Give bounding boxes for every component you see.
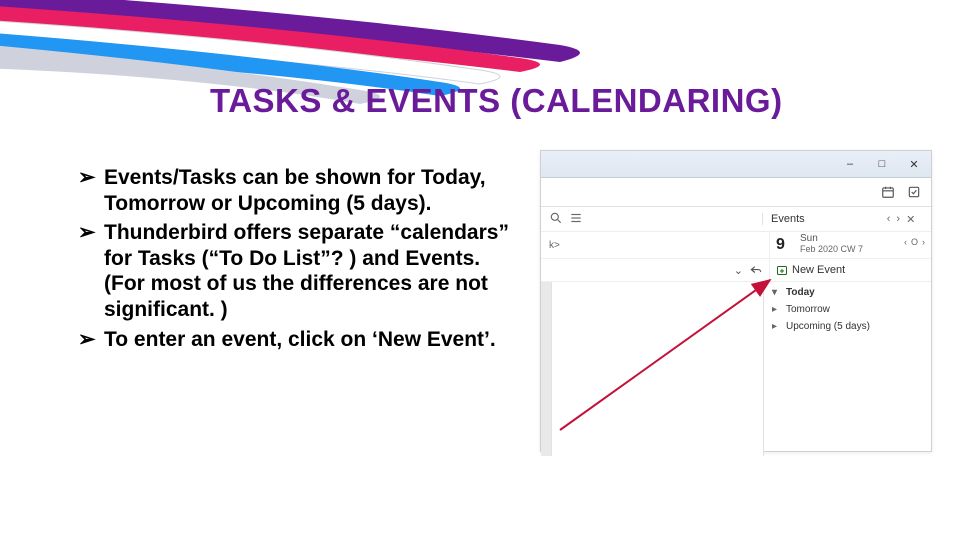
bullet-marker: ➢ [78,327,96,353]
row-3: k> 9 Sun Feb 2020 CW 7 ‹ O › [541,232,931,259]
day-prev-button[interactable]: ‹ [904,237,907,247]
bullet-item: ➢ Thunderbird offers separate “calendars… [78,220,513,322]
next-button[interactable]: › [896,213,900,225]
top-toolbar [541,178,931,207]
message-area [541,282,764,456]
prev-button[interactable]: ‹ [887,213,891,225]
bullet-marker: ➢ [78,165,96,191]
slide-title: TASKS & EVENTS (CALENDARING) [210,82,940,120]
section-upcoming[interactable]: ▸ Upcoming (5 days) [770,318,925,335]
day-next-button[interactable]: › [922,237,925,247]
tasks-icon[interactable] [905,183,923,201]
bullet-marker: ➢ [78,220,96,246]
toolbar-row-2: Events ‹ › ✕ [541,207,931,232]
new-event-label: New Event [792,264,845,276]
day-today-button[interactable]: O [911,237,918,247]
bullet-list: ➢ Events/Tasks can be shown for Today, T… [78,165,513,356]
minimize-button[interactable]: – [839,158,861,170]
message-list-header: k> [541,232,769,258]
bullet-text: Events/Tasks can be shown for Today, Tom… [104,166,486,215]
section-tomorrow[interactable]: ▸ Tomorrow [770,301,925,318]
section-today[interactable]: ▾ Today [770,284,925,301]
calendar-icon[interactable] [879,183,897,201]
reply-icon[interactable] [749,262,763,279]
events-tab[interactable]: Events [762,213,871,225]
section-label: Today [786,287,815,298]
message-list-subheader: ⌄ [541,259,769,281]
close-pane-button[interactable]: ✕ [906,213,915,226]
expand-icon: ▾ [772,287,780,298]
bullet-item: ➢ Events/Tasks can be shown for Today, T… [78,165,513,216]
bullet-item: ➢ To enter an event, click on ‘New Event… [78,327,513,353]
section-label: Tomorrow [786,304,830,315]
maximize-button[interactable]: □ [871,158,893,170]
window-close-button[interactable]: ✕ [903,158,925,171]
thunderbird-panel: – □ ✕ Events ‹ › ✕ k> [540,150,932,452]
row-4: ⌄ New Event [541,259,931,282]
section-label: Upcoming (5 days) [786,321,870,332]
bullet-text: To enter an event, click on ‘New Event’. [104,328,496,351]
day-name: Sun [800,233,818,244]
window-titlebar: – □ ✕ [541,151,931,178]
search-icon[interactable] [549,211,563,228]
inbox-snippet: k> [549,240,560,251]
events-tab-label: Events [771,213,805,225]
expand-icon: ▸ [772,321,780,332]
expand-icon: ▸ [772,304,780,315]
chevron-down-icon[interactable]: ⌄ [734,264,743,277]
panel-body: ▾ Today ▸ Tomorrow ▸ Upcoming (5 days) [541,282,931,456]
new-event-row[interactable]: New Event [769,259,931,281]
message-area-inner [551,282,763,456]
events-nav: ‹ › ✕ [871,213,931,226]
menu-icon[interactable] [569,211,583,228]
bullet-text: Thunderbird offers separate “calendars” … [104,221,509,321]
new-event-icon [776,264,788,276]
date-header: 9 Sun Feb 2020 CW 7 ‹ O › [769,232,931,258]
search-area [541,211,762,228]
agenda-sections: ▾ Today ▸ Tomorrow ▸ Upcoming (5 days) [764,282,931,456]
day-meta: Feb 2020 CW 7 [800,244,863,254]
